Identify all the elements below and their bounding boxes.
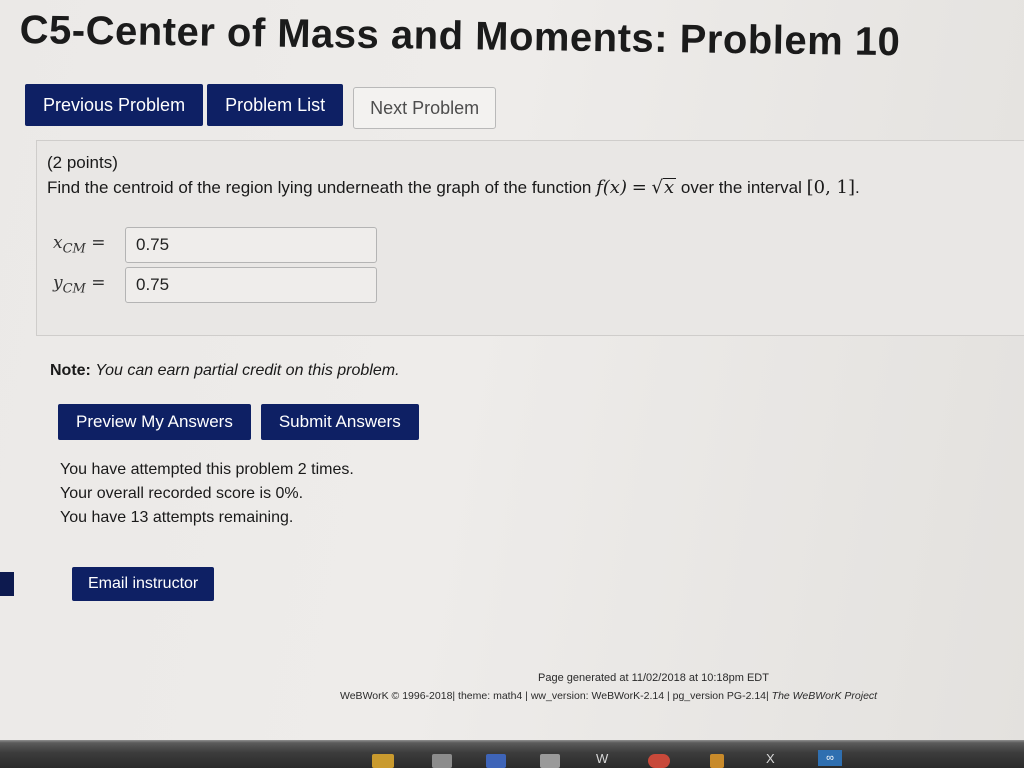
remaining-line: You have 13 attempts remaining. [60, 509, 294, 526]
word-icon[interactable]: W [596, 751, 608, 766]
next-problem-button[interactable]: Next Problem [353, 87, 497, 129]
answer-label-x: xCM = [53, 233, 106, 257]
preview-answers-button[interactable]: Preview My Answers [58, 404, 251, 440]
submit-answers-button[interactable]: Submit Answers [260, 404, 419, 440]
score-line: Your overall recorded score is 0%. [60, 485, 304, 502]
version-footer: WeBWorK © 1996-2018| theme: math4 | ww_v… [340, 690, 877, 702]
page-generated-timestamp: Page generated at 11/02/2018 at 10:18pm … [538, 672, 769, 684]
store-icon[interactable] [432, 754, 452, 768]
answer-label-y: yCM = [53, 273, 106, 297]
copyright-text: WeBWorK © 1996-2018| theme: math4 | ww_v… [340, 690, 769, 702]
chrome-icon[interactable] [648, 754, 670, 768]
taskbar: W X ∞ [0, 740, 1024, 768]
question-period: . [855, 178, 860, 197]
note-text: You can earn partial credit on this prob… [95, 362, 400, 379]
app-icon-2[interactable] [710, 754, 724, 768]
function-rhs-var: x [663, 177, 677, 198]
webwork-project-link[interactable]: The WeBWorK Project [772, 690, 877, 702]
answer-actions: Preview My Answers Submit Answers [58, 404, 419, 440]
problem-question: Find the centroid of the region lying un… [47, 177, 860, 198]
attempts-line: You have attempted this problem 2 times. [60, 461, 354, 478]
x-cm-input[interactable]: 0.75 [125, 227, 377, 263]
partial-credit-note: Note: You can earn partial credit on thi… [50, 362, 400, 380]
note-label: Note: [50, 362, 91, 379]
sqrt-symbol: √ [651, 177, 664, 198]
folder-icon[interactable] [372, 754, 394, 768]
question-mid: over the interval [680, 178, 802, 197]
answer-row-y: yCM = 0.75 [53, 267, 377, 303]
problem-box: (2 points) Find the centroid of the regi… [36, 140, 1024, 336]
problem-list-button[interactable]: Problem List [207, 84, 344, 126]
attempts-info: You have attempted this problem 2 times.… [60, 458, 354, 530]
page-title: C5-Center of Mass and Moments: Problem 1… [19, 8, 901, 65]
email-instructor-button[interactable]: Email instructor [72, 567, 215, 601]
previous-problem-button[interactable]: Previous Problem [25, 84, 204, 126]
problem-navigation: Previous Problem Problem List Next Probl… [25, 84, 497, 129]
webwork-problem-page: C5-Center of Mass and Moments: Problem 1… [0, 0, 1024, 768]
left-edge-marker [0, 572, 14, 596]
question-prefix: Find the centroid of the region lying un… [47, 178, 592, 197]
y-cm-input[interactable]: 0.75 [125, 267, 377, 303]
function-lhs: f(x) [596, 177, 627, 198]
excel-icon[interactable]: X [766, 751, 775, 766]
problem-points: (2 points) [47, 153, 118, 172]
app-icon[interactable] [486, 754, 506, 768]
mail-icon[interactable] [540, 754, 560, 768]
problem-interval: [0, 1] [806, 177, 855, 198]
answer-row-x: xCM = 0.75 [53, 227, 377, 263]
app-icon-3[interactable]: ∞ [818, 750, 842, 766]
function-equals: = [631, 177, 647, 198]
